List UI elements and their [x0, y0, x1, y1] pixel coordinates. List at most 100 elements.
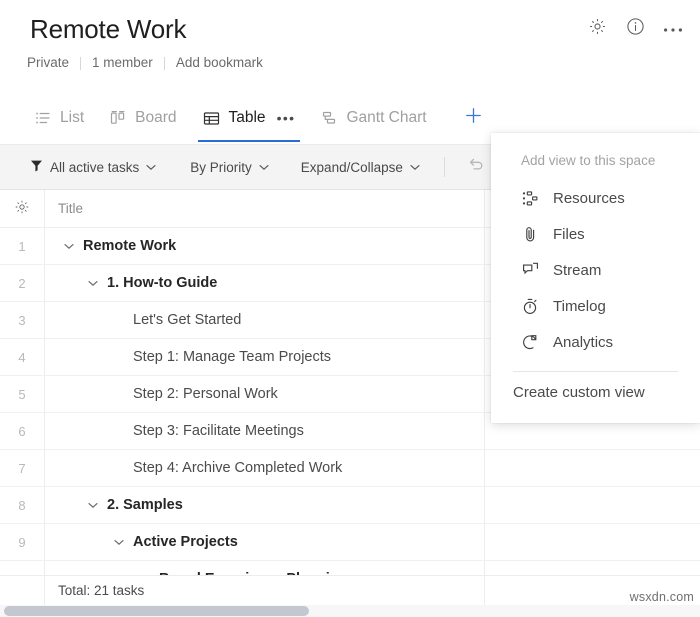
row-title-label: Step 4: Archive Completed Work [129, 460, 342, 476]
popup-item-label: Files [553, 226, 585, 243]
row-extra-cell[interactable] [485, 450, 700, 486]
row-title-label: Step 1: Manage Team Projects [129, 349, 331, 365]
row-title-cell[interactable]: Let's Get Started [45, 302, 485, 338]
row-number: 5 [0, 376, 45, 412]
row-title-label: Step 2: Personal Work [129, 386, 278, 402]
row-number: 9 [0, 524, 45, 560]
footer-num-cell [0, 576, 45, 606]
undo-button[interactable] [461, 153, 491, 181]
meta-divider [164, 57, 165, 70]
tab-board[interactable]: Board [97, 96, 189, 140]
meta-divider [80, 57, 81, 70]
row-number: 8 [0, 487, 45, 523]
row-number: 10 [0, 561, 45, 575]
toolbar-divider [444, 157, 445, 177]
row-number: 6 [0, 413, 45, 449]
row-title-cell[interactable]: 2. Samples [45, 487, 485, 523]
column-header-title[interactable]: Title [45, 190, 485, 227]
row-extra-cell[interactable] [485, 487, 700, 523]
row-number: 1 [0, 228, 45, 264]
row-extra-cell[interactable] [485, 524, 700, 560]
row-title-cell[interactable]: Step 2: Personal Work [45, 376, 485, 412]
pie-chart-icon [521, 333, 539, 351]
chevron-down-icon [410, 164, 420, 171]
row-expand-toggle[interactable] [83, 280, 103, 287]
gear-icon [14, 199, 30, 218]
popup-item-analytics[interactable]: Analytics [491, 324, 700, 360]
table-row[interactable]: 9 Active Projects [0, 524, 700, 561]
group-by-label: By Priority [190, 160, 252, 175]
table-settings-button[interactable] [0, 190, 45, 227]
resources-icon [521, 189, 539, 207]
row-title-cell[interactable]: Step 4: Archive Completed Work [45, 450, 485, 486]
tab-list[interactable]: List [22, 96, 97, 140]
popup-title: Add view to this space [491, 147, 700, 180]
info-icon [626, 17, 645, 41]
row-title-label: Active Projects [129, 534, 238, 550]
board-icon [110, 110, 126, 126]
row-title-label: Let's Get Started [129, 312, 241, 328]
watermark: wsxdn.com [630, 590, 694, 604]
undo-arrow-icon [467, 157, 484, 177]
tab-label: Gantt Chart [346, 109, 426, 127]
popup-item-resources[interactable]: Resources [491, 180, 700, 216]
row-title-cell[interactable]: Remote Work [45, 228, 485, 264]
filter-icon [30, 159, 43, 175]
row-title-cell[interactable]: Active Projects [45, 524, 485, 560]
group-by-dropdown[interactable]: By Priority [182, 155, 277, 180]
row-title-cell[interactable]: 1. How-to Guide [45, 265, 485, 301]
stream-icon [521, 261, 539, 279]
row-number: 4 [0, 339, 45, 375]
more-options-button[interactable] [662, 18, 684, 40]
header-actions [586, 18, 684, 40]
gear-icon [588, 17, 607, 41]
space-meta: Private 1 member Add bookmark [27, 53, 263, 73]
row-expand-toggle[interactable] [59, 243, 79, 250]
popup-item-label: Resources [553, 190, 625, 207]
popup-item-timelog[interactable]: Timelog [491, 288, 700, 324]
row-expand-toggle[interactable] [109, 539, 129, 546]
table-row[interactable]: 10Brand Experience Planning [0, 561, 700, 575]
create-custom-view-button[interactable]: Create custom view [491, 372, 700, 412]
horizontal-scrollbar-thumb[interactable] [4, 606, 309, 616]
add-bookmark-link[interactable]: Add bookmark [176, 53, 263, 73]
table-footer: Total: 21 tasks [0, 575, 700, 605]
info-button[interactable] [624, 18, 646, 40]
row-expand-toggle[interactable] [83, 502, 103, 509]
row-extra-cell[interactable] [485, 561, 700, 575]
settings-button[interactable] [586, 18, 608, 40]
row-title-cell[interactable]: Brand Experience Planning [45, 561, 485, 575]
table-row[interactable]: 8 2. Samples [0, 487, 700, 524]
chevron-down-icon [146, 164, 156, 171]
popup-item-files[interactable]: Files [491, 216, 700, 252]
tab-gantt-chart[interactable]: Gantt Chart [308, 96, 439, 140]
popup-item-stream[interactable]: Stream [491, 252, 700, 288]
table-row[interactable]: 7Step 4: Archive Completed Work [0, 450, 700, 487]
add-view-popup: Add view to this space Resources [491, 133, 700, 423]
expand-collapse-dropdown[interactable]: Expand/Collapse [293, 155, 428, 180]
tab-label: List [60, 109, 84, 127]
space-header: Remote Work Private 1 member Add bookmar… [0, 0, 700, 90]
row-title-label: 2. Samples [103, 497, 183, 513]
row-title-cell[interactable]: Step 3: Facilitate Meetings [45, 413, 485, 449]
total-tasks-label: Total: 21 tasks [45, 576, 485, 606]
add-view-button[interactable] [456, 96, 492, 140]
gantt-icon [321, 110, 337, 126]
row-number: 2 [0, 265, 45, 301]
tab-table[interactable]: Table ••• [190, 96, 309, 140]
filter-dropdown[interactable]: All active tasks [22, 154, 164, 180]
app-window: Remote Work Private 1 member Add bookmar… [0, 0, 700, 617]
member-count[interactable]: 1 member [92, 53, 153, 73]
table-icon [203, 110, 220, 127]
horizontal-scrollbar[interactable] [0, 605, 700, 617]
filter-label: All active tasks [50, 160, 139, 175]
more-horizontal-icon [663, 20, 683, 38]
tab-label: Table [229, 109, 266, 127]
tab-label: Board [135, 109, 176, 127]
list-icon [35, 110, 51, 126]
row-title-cell[interactable]: Step 1: Manage Team Projects [45, 339, 485, 375]
popup-item-label: Stream [553, 262, 601, 279]
tab-overflow-icon[interactable]: ••• [277, 110, 296, 126]
popup-item-label: Timelog [553, 298, 606, 315]
expand-collapse-label: Expand/Collapse [301, 160, 403, 175]
